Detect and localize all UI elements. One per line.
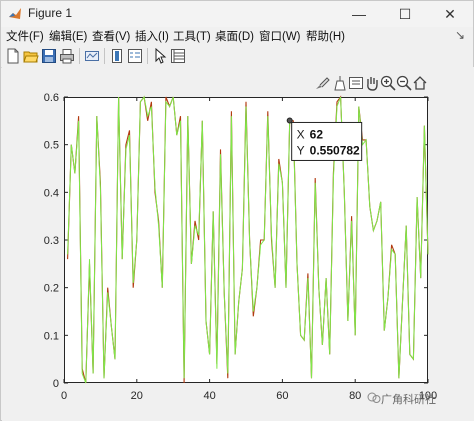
menu-desktop[interactable]: 桌面(D): [215, 28, 254, 44]
menu-tools[interactable]: 工具(T): [173, 28, 211, 44]
menu-window[interactable]: 窗口(W): [259, 28, 301, 44]
export-icon[interactable]: [348, 75, 364, 91]
title-bar: Figure 1 — ☐ ✕: [1, 1, 473, 27]
window-title: Figure 1: [28, 6, 73, 20]
menu-view[interactable]: 查看(V): [92, 28, 130, 44]
menu-insert[interactable]: 插入(I): [135, 28, 169, 44]
menu-file[interactable]: 文件(F): [6, 28, 44, 44]
menu-help[interactable]: 帮助(H): [306, 28, 345, 44]
toolbar-separator: [79, 48, 80, 64]
home-icon[interactable]: [412, 75, 428, 91]
watermark-text: 广角科研社: [381, 394, 436, 406]
print-icon[interactable]: [59, 48, 75, 64]
dock-arrow-icon[interactable]: ↘: [455, 28, 465, 42]
insert-colorbar-icon[interactable]: [109, 48, 125, 64]
figure-toolbar: [1, 45, 473, 68]
menu-edit[interactable]: 编辑(E): [49, 28, 87, 44]
menu-bar: 文件(F) 编辑(E) 查看(V) 插入(I) 工具(T) 桌面(D) 窗口(W…: [1, 27, 473, 45]
zoom-out-icon[interactable]: [396, 75, 412, 91]
insert-legend-icon[interactable]: [127, 48, 143, 64]
toolbar-separator: [104, 48, 105, 64]
pan-hand-icon[interactable]: [364, 75, 380, 91]
save-icon[interactable]: [41, 48, 57, 64]
open-file-icon[interactable]: [23, 48, 39, 64]
zoom-in-icon[interactable]: [380, 75, 396, 91]
maximize-button[interactable]: ☐: [382, 1, 428, 27]
matlab-logo-icon: [9, 8, 21, 19]
brush-icon[interactable]: [314, 75, 330, 91]
plot-axes[interactable]: [64, 97, 428, 383]
toolbar-separator: [147, 48, 148, 64]
close-button[interactable]: ✕: [427, 1, 473, 27]
minimize-button[interactable]: —: [336, 1, 382, 27]
link-plot-icon[interactable]: [84, 48, 100, 64]
wechat-icon: [367, 392, 381, 403]
figure-window: Figure 1 — ☐ ✕ 文件(F) 编辑(E) 查看(V) 插入(I) 工…: [0, 0, 474, 421]
data-tips-icon[interactable]: [332, 75, 348, 91]
property-inspector-icon[interactable]: [170, 48, 186, 64]
edit-plot-arrow-icon[interactable]: [152, 48, 168, 64]
new-figure-icon[interactable]: [5, 48, 21, 64]
